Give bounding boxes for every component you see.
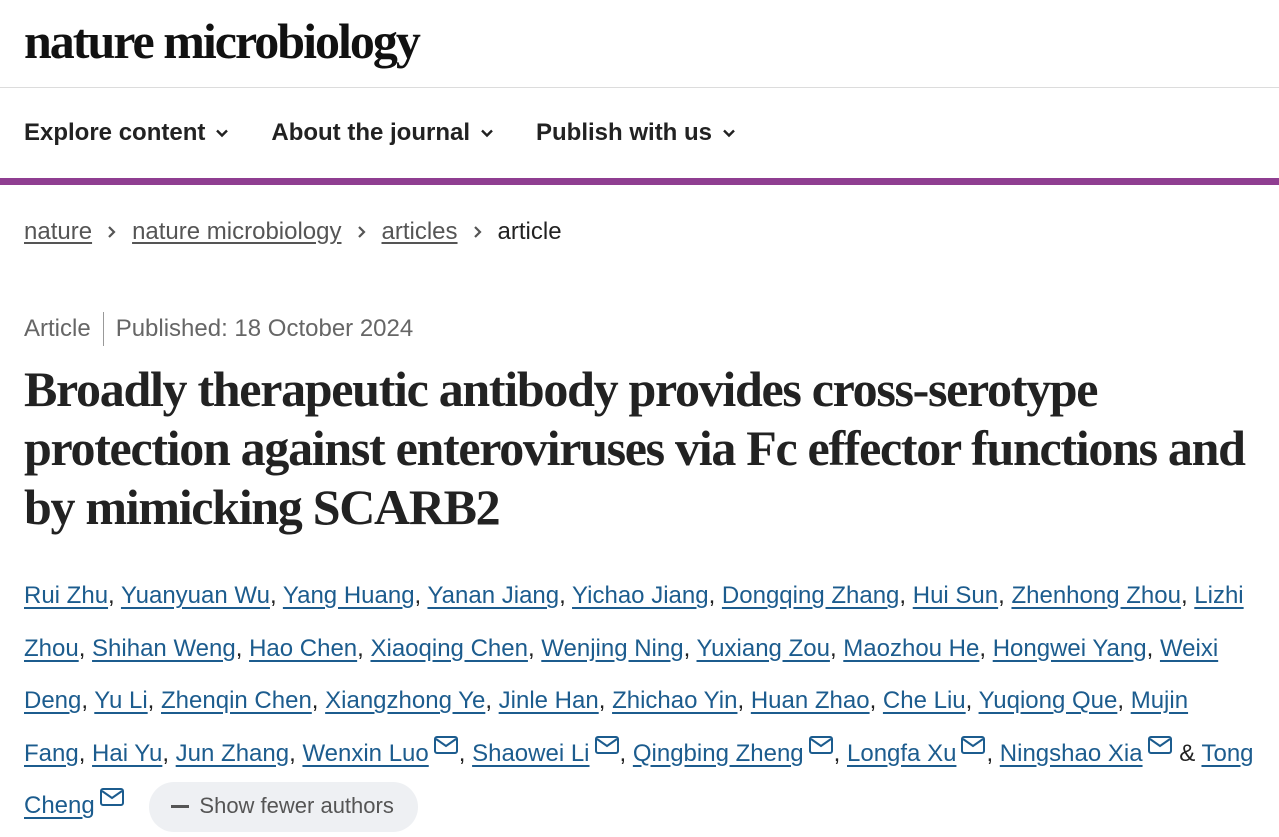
meta-divider	[102, 312, 104, 346]
nav-item-label: About the journal	[271, 119, 471, 146]
breadcrumb-link-articles[interactable]: articles	[382, 218, 458, 246]
chevron-right-icon	[473, 226, 482, 238]
author-item: Hongwei Yang,	[992, 634, 1160, 662]
author-link[interactable]: Qingbing Zheng	[633, 740, 804, 767]
author-item: Hui Sun,	[912, 582, 1012, 609]
author-link[interactable]: Wenjing Ning	[541, 635, 683, 662]
author-link[interactable]: Huan Zhao	[751, 687, 870, 714]
mail-icon[interactable]	[433, 735, 459, 755]
article-title: Broadly therapeutic antibody provides cr…	[24, 361, 1246, 535]
mail-icon[interactable]	[808, 735, 834, 755]
nav-explore-content[interactable]: Explore content	[24, 119, 229, 147]
author-item: Xiangzhong Ye,	[325, 687, 499, 714]
mail-icon[interactable]	[960, 735, 986, 755]
author-link[interactable]: Wenxin Luo	[302, 740, 428, 767]
author-item: Yanan Jiang,	[427, 582, 573, 609]
author-link[interactable]: Shaowei Li	[472, 740, 589, 767]
author-item: Yichao Jiang,	[572, 582, 722, 609]
author-link[interactable]: Jun Zhang	[176, 740, 289, 767]
breadcrumb-link-journal[interactable]: nature microbiology	[132, 218, 341, 246]
author-link[interactable]: Yanan Jiang	[427, 582, 559, 609]
author-item: Yuanyuan Wu,	[120, 582, 283, 609]
author-item: Huan Zhao,	[750, 687, 883, 714]
author-list: Rui Zhu, Yuanyuan Wu, Yang Huang, Yanan …	[24, 570, 1254, 833]
show-fewer-authors-button[interactable]: Show fewer authors	[149, 781, 418, 832]
author-link[interactable]: Jinle Han	[499, 687, 599, 714]
mail-icon[interactable]	[99, 787, 125, 807]
author-item: Hao Chen,	[249, 634, 371, 662]
author-item: Longfa Xu,	[847, 735, 1000, 767]
author-item: Shaowei Li,	[472, 735, 633, 767]
author-link[interactable]: Zhichao Yin	[612, 687, 737, 714]
author-item: Dongqing Zhang,	[721, 582, 913, 609]
author-item: Xiaoqing Chen,	[370, 634, 542, 662]
journal-logo[interactable]: nature microbiology	[24, 12, 421, 70]
minus-icon	[171, 805, 190, 809]
author-link[interactable]: Xiaoqing Chen	[370, 635, 527, 662]
author-item: Zhenqin Chen,	[161, 687, 326, 714]
author-item: Rui Zhu,	[24, 582, 121, 609]
author-item: Jinle Han,	[498, 687, 613, 714]
author-link[interactable]: Hao Chen	[249, 635, 357, 662]
chevron-right-icon	[357, 226, 366, 238]
author-link[interactable]: Ningshao Xia	[1000, 740, 1143, 767]
article-meta: Article Published: 18 October 2024	[24, 312, 413, 346]
published-date: Published: 18 October 2024	[115, 315, 414, 342]
author-item: Yuqiong Que,	[978, 687, 1131, 714]
author-link[interactable]: Shihan Weng	[92, 635, 236, 662]
toggle-label: Show fewer authors	[199, 793, 394, 819]
author-link[interactable]: Hui Sun	[913, 582, 998, 609]
author-item: Yu Li,	[94, 687, 162, 714]
author-link[interactable]: Xiangzhong Ye	[325, 687, 485, 714]
nav-item-label: Publish with us	[536, 119, 713, 146]
author-link[interactable]: Yu Li	[94, 687, 147, 714]
author-item: Yuxiang Zou,	[696, 634, 844, 662]
site-header: nature microbiology	[0, 0, 1279, 88]
author-link[interactable]: Rui Zhu	[24, 582, 108, 609]
nav-about-journal[interactable]: About the journal	[271, 119, 494, 147]
chevron-down-icon	[723, 129, 735, 138]
author-link[interactable]: Che Liu	[883, 687, 966, 714]
author-link[interactable]: Yichao Jiang	[572, 582, 709, 609]
chevron-down-icon	[216, 129, 229, 138]
author-link[interactable]: Hai Yu	[92, 740, 162, 767]
author-item: Wenxin Luo,	[302, 735, 472, 767]
mail-icon[interactable]	[594, 735, 620, 755]
nav-publish-with-us[interactable]: Publish with us	[536, 119, 736, 147]
author-link[interactable]: Zhenqin Chen	[161, 687, 312, 714]
author-item: Hai Yu,	[92, 739, 176, 767]
author-link[interactable]: Dongqing Zhang	[722, 582, 899, 609]
author-link[interactable]: Hongwei Yang	[993, 635, 1147, 662]
author-item: Zhichao Yin,	[612, 687, 751, 714]
author-link[interactable]: Yuanyuan Wu	[121, 582, 270, 609]
author-link[interactable]: Yuxiang Zou	[697, 635, 830, 662]
main-nav: Explore content About the journal Publis…	[0, 88, 1279, 185]
article-type: Article	[24, 315, 91, 342]
mail-icon[interactable]	[1147, 735, 1173, 755]
author-item: Che Liu,	[882, 687, 979, 714]
author-item: Maozhou He,	[843, 634, 993, 662]
author-item: Wenjing Ning,	[541, 634, 697, 662]
nav-item-label: Explore content	[24, 119, 206, 146]
author-link[interactable]: Yuqiong Que	[979, 687, 1118, 714]
chevron-down-icon	[481, 129, 493, 138]
breadcrumb-link-nature[interactable]: nature	[24, 218, 92, 246]
breadcrumb: nature nature microbiology articles arti…	[24, 218, 562, 246]
chevron-right-icon	[108, 226, 116, 238]
author-item: Ningshao Xia &	[1000, 735, 1202, 767]
author-item: Zhenhong Zhou,	[1011, 582, 1195, 609]
author-item: Shihan Weng,	[92, 634, 250, 662]
author-link[interactable]: Yang Huang	[283, 582, 415, 609]
author-item: Jun Zhang,	[175, 739, 303, 767]
author-link[interactable]: Zhenhong Zhou	[1011, 582, 1180, 609]
author-link[interactable]: Maozhou He	[843, 635, 979, 662]
author-item: Yang Huang,	[282, 582, 428, 609]
breadcrumb-current: article	[497, 218, 562, 245]
author-link[interactable]: Longfa Xu	[847, 740, 956, 767]
author-item: Qingbing Zheng,	[633, 735, 847, 767]
